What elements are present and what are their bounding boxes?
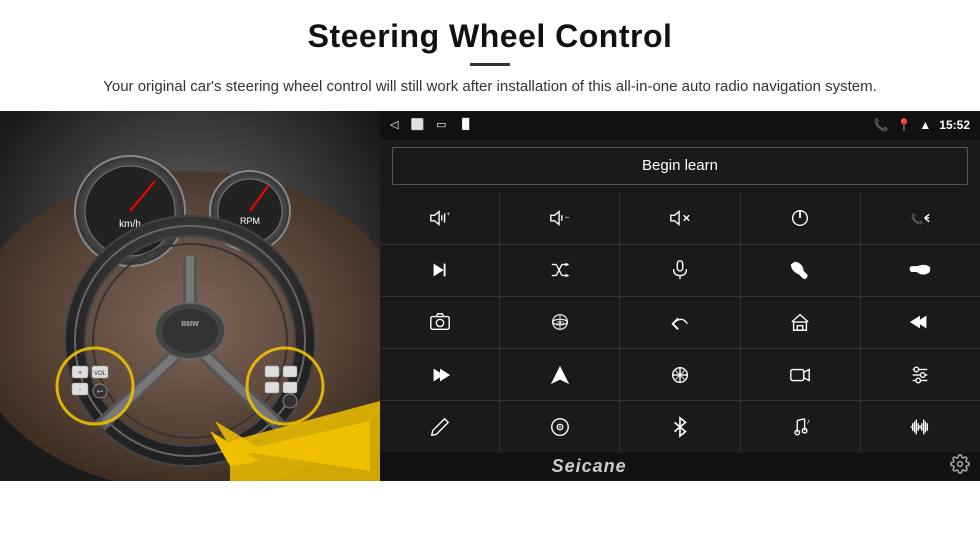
360-view-button[interactable]: 360 <box>500 297 619 348</box>
wifi-icon: ▲ <box>919 118 931 132</box>
steering-wheel-image: km/h RPM BMW <box>0 111 380 481</box>
vol-down-button[interactable]: − <box>500 193 619 244</box>
power-button[interactable] <box>741 193 860 244</box>
svg-text:+: + <box>78 370 82 377</box>
status-bar-info: 📞 📍 ▲ 15:52 <box>874 118 971 132</box>
back-button[interactable] <box>620 297 739 348</box>
phone-answer-button[interactable] <box>741 245 860 296</box>
page-header: Steering Wheel Control Your original car… <box>0 0 980 111</box>
brand-name: Seicane <box>552 456 627 477</box>
navigate-button[interactable] <box>500 349 619 400</box>
fast-forward-button[interactable] <box>380 349 499 400</box>
recent-nav-icon[interactable]: ▭ <box>436 118 446 131</box>
svg-text:♪: ♪ <box>807 416 811 425</box>
record-button[interactable] <box>741 349 860 400</box>
controls-grid: + − 📞 <box>380 193 980 453</box>
begin-learn-row: Begin learn <box>380 139 980 193</box>
home-nav-icon[interactable]: ⬜ <box>410 118 424 131</box>
main-content: km/h RPM BMW <box>0 111 980 481</box>
svg-text:−: − <box>564 213 569 222</box>
pen-button[interactable] <box>380 401 499 452</box>
svg-text:+: + <box>446 211 450 218</box>
settings-icon[interactable] <box>950 454 970 479</box>
title-divider <box>470 63 510 66</box>
disc-button[interactable] <box>500 401 619 452</box>
phone-prev-button[interactable]: 📞 <box>861 193 980 244</box>
mic-button[interactable] <box>620 245 739 296</box>
vol-up-button[interactable]: + <box>380 193 499 244</box>
signal-icon: ▐▌ <box>459 119 473 130</box>
music-button[interactable]: ♪ <box>741 401 860 452</box>
vol-mute-button[interactable] <box>620 193 739 244</box>
phone-end-button[interactable] <box>861 245 980 296</box>
skip-back-button[interactable] <box>861 297 980 348</box>
status-bar-nav: ◁ ⬜ ▭ ▐▌ <box>390 118 473 131</box>
svg-text:📞: 📞 <box>911 213 924 226</box>
header-description: Your original car's steering wheel contr… <box>40 76 940 99</box>
svg-text:RPM: RPM <box>240 216 260 226</box>
sliders-button[interactable] <box>861 349 980 400</box>
phone-icon: 📞 <box>874 118 889 132</box>
clock: 15:52 <box>939 118 970 132</box>
control-panel: ◁ ⬜ ▭ ▐▌ 📞 📍 ▲ 15:52 Begin learn + − <box>380 111 980 481</box>
camera-button[interactable] <box>380 297 499 348</box>
page-title: Steering Wheel Control <box>40 18 940 55</box>
location-icon: 📍 <box>896 118 911 132</box>
begin-learn-button[interactable]: Begin learn <box>392 147 968 185</box>
equalizer-button[interactable] <box>620 349 739 400</box>
bottom-bar: Seicane <box>380 453 980 481</box>
svg-text:↩: ↩ <box>97 387 104 396</box>
svg-text:VOL: VOL <box>94 371 107 377</box>
svg-text:360: 360 <box>556 320 564 325</box>
status-bar: ◁ ⬜ ▭ ▐▌ 📞 📍 ▲ 15:52 <box>380 111 980 139</box>
back-nav-icon[interactable]: ◁ <box>390 118 398 131</box>
bluetooth-button[interactable] <box>620 401 739 452</box>
next-track-button[interactable] <box>380 245 499 296</box>
waveform-button[interactable] <box>861 401 980 452</box>
shuffle-button[interactable] <box>500 245 619 296</box>
svg-text:BMW: BMW <box>181 321 199 328</box>
home-button[interactable] <box>741 297 860 348</box>
